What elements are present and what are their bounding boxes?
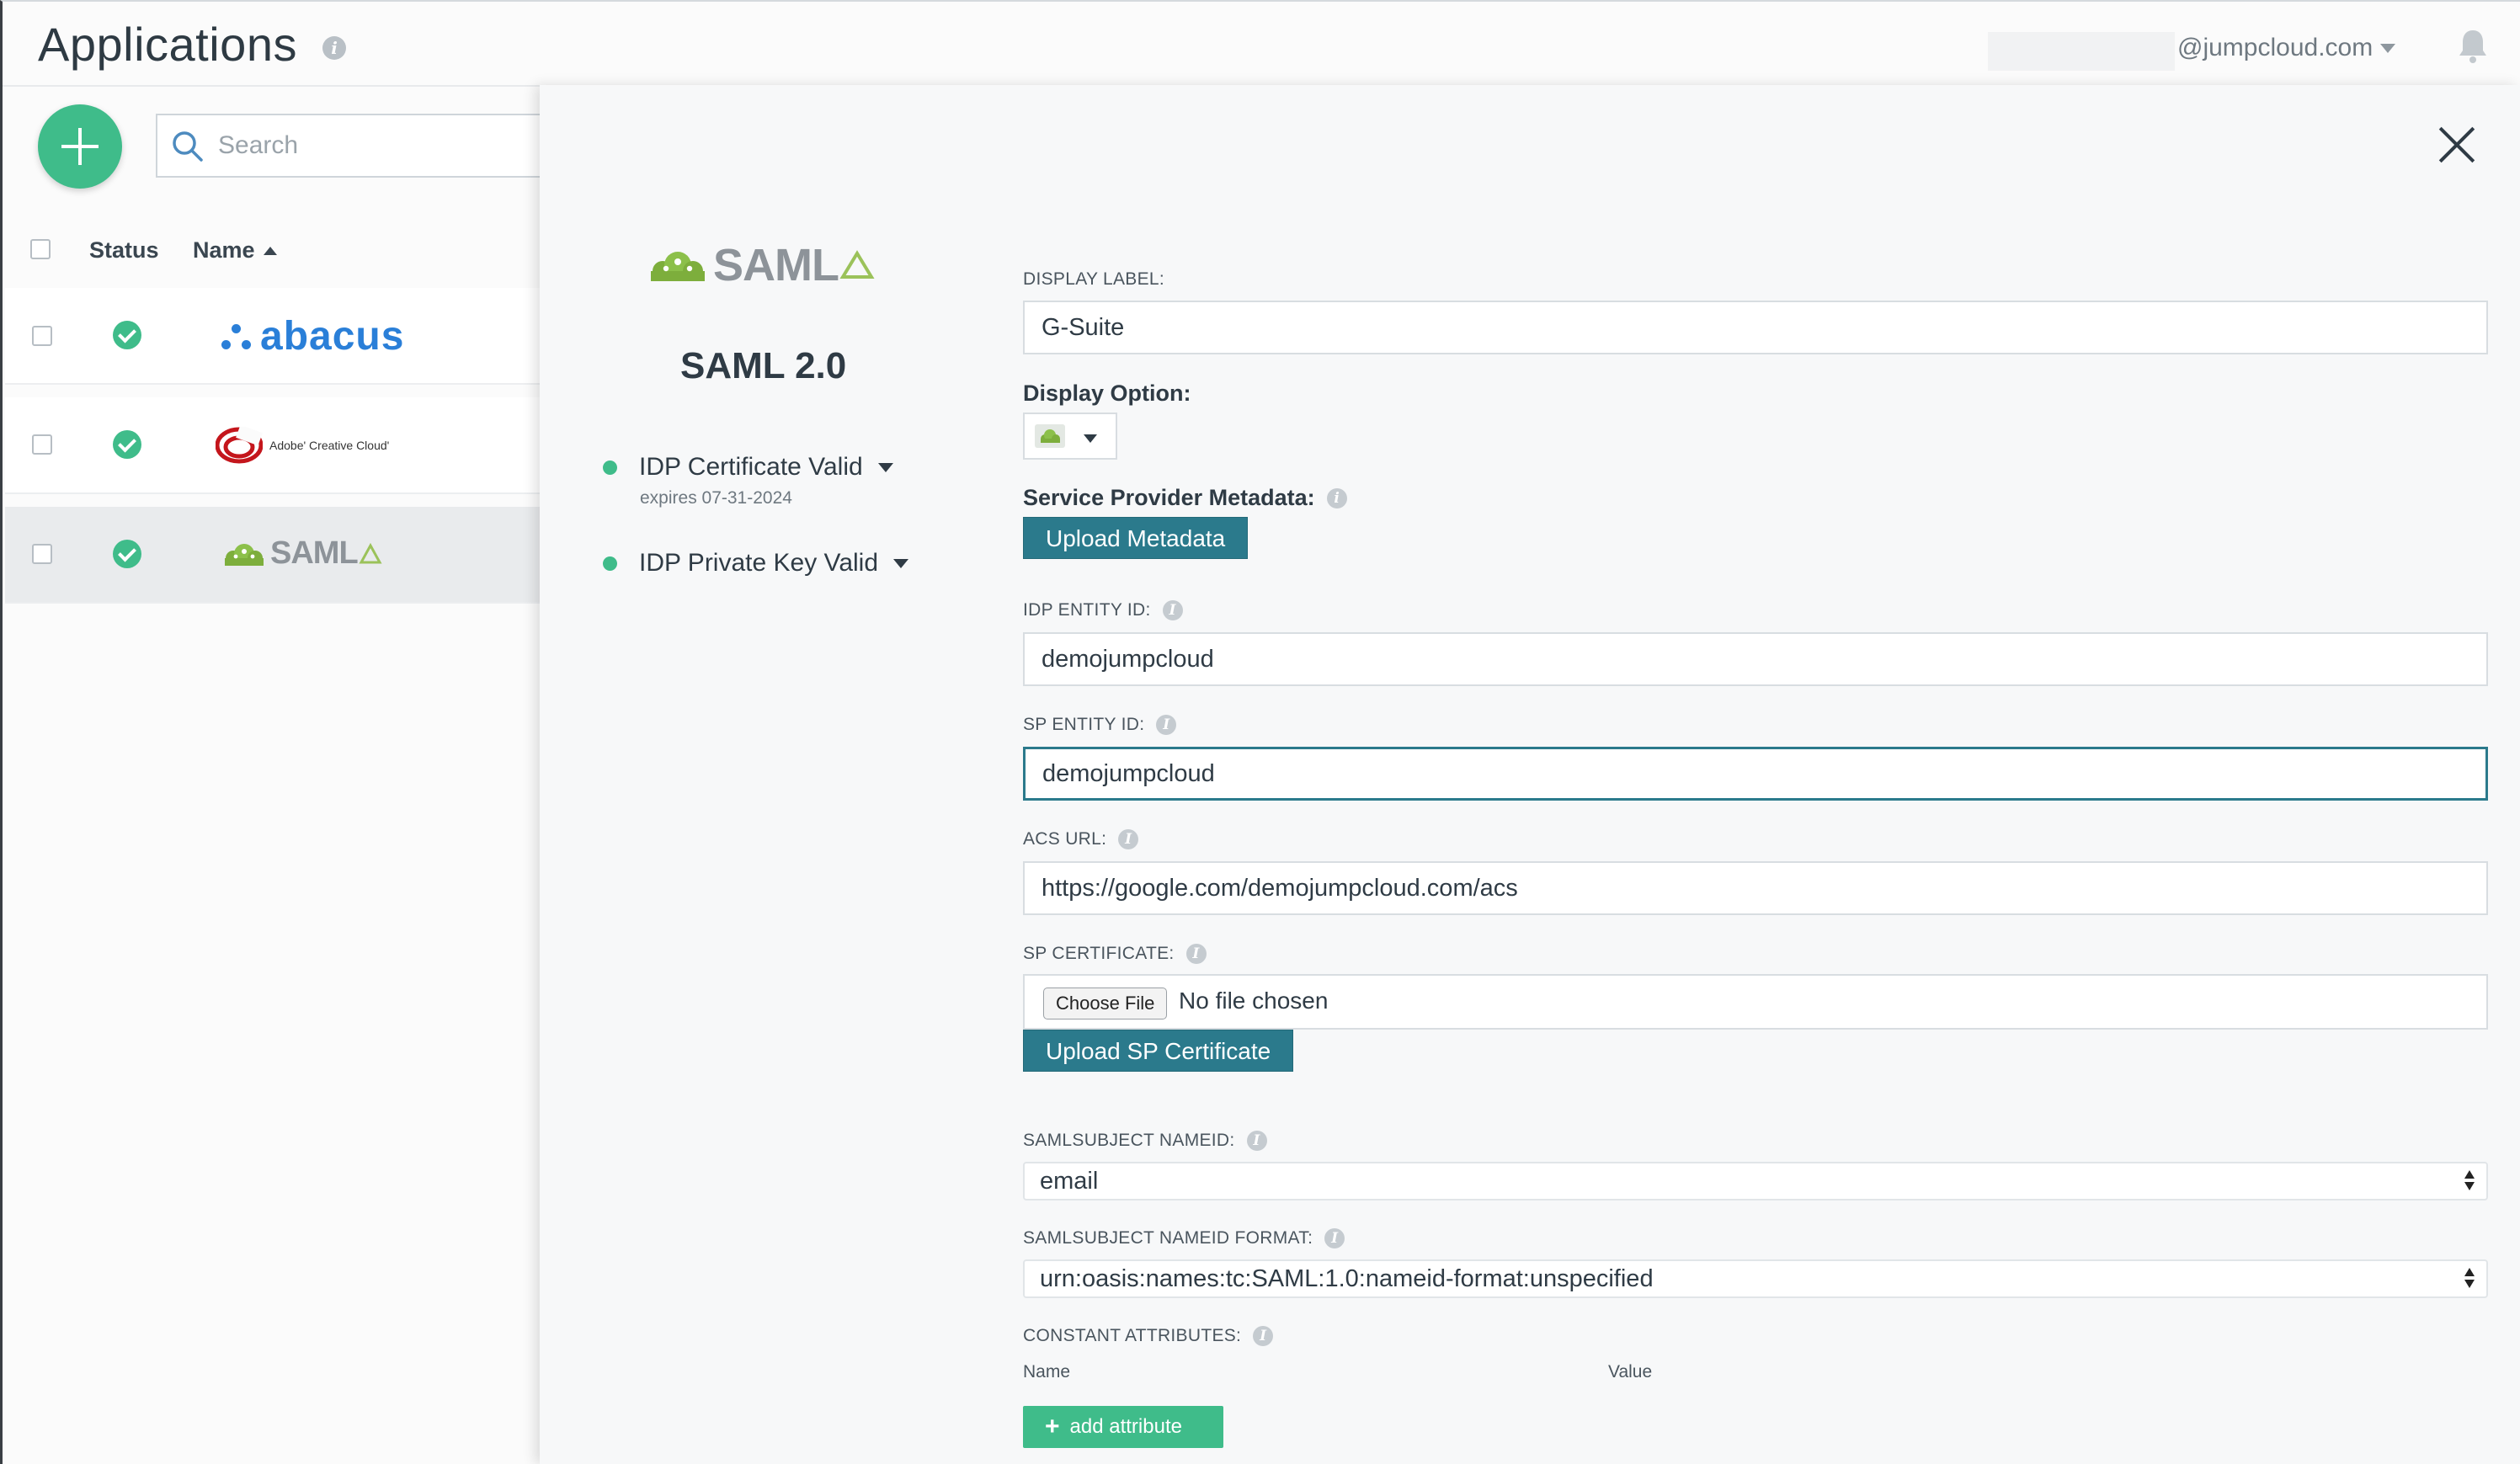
attribute-name-column: Name bbox=[1023, 1362, 1071, 1381]
info-icon[interactable]: i bbox=[1324, 1228, 1345, 1248]
constant-attributes-label: CONSTANT ATTRIBUTES: i bbox=[1023, 1326, 1274, 1346]
sp-entity-id-input[interactable]: demojumpcloud bbox=[1023, 747, 2488, 801]
saml-triangle-icon bbox=[359, 542, 382, 563]
info-icon[interactable]: i bbox=[1246, 1131, 1267, 1151]
add-application-button[interactable] bbox=[38, 104, 122, 189]
plus-icon: + bbox=[1045, 1413, 1060, 1440]
close-icon[interactable] bbox=[2437, 125, 2477, 165]
saml-logo: SAML bbox=[220, 535, 383, 572]
saml-triangle-icon bbox=[839, 250, 875, 279]
select-all-checkbox[interactable] bbox=[30, 239, 51, 259]
idp-certificate-status[interactable]: IDP Certificate Valid bbox=[603, 453, 893, 482]
display-option-dropdown[interactable] bbox=[1023, 413, 1117, 460]
choose-file-button[interactable]: Choose File bbox=[1043, 988, 1168, 1019]
saml-cloud-icon bbox=[651, 252, 705, 281]
info-icon[interactable]: i bbox=[322, 36, 346, 60]
certificate-expiry: expires 07-31-2024 bbox=[640, 488, 792, 508]
upload-sp-certificate-button[interactable]: Upload SP Certificate bbox=[1023, 1030, 1294, 1072]
sp-metadata-label: Service Provider Metadata: i bbox=[1023, 485, 1347, 511]
sort-ascending-icon[interactable] bbox=[264, 247, 277, 255]
nameid-format-select[interactable]: urn:oasis:names:tc:SAML:1.0:nameid-forma… bbox=[1023, 1259, 2488, 1298]
row-checkbox[interactable] bbox=[32, 544, 52, 564]
status-active-icon bbox=[113, 321, 141, 349]
info-icon[interactable]: i bbox=[1326, 487, 1347, 508]
info-icon[interactable]: i bbox=[1253, 1326, 1274, 1346]
row-checkbox[interactable] bbox=[32, 434, 52, 455]
nameid-label: SAMLSUBJECT NAMEID: i bbox=[1023, 1131, 1267, 1151]
search-icon bbox=[173, 131, 203, 162]
status-active-icon bbox=[113, 430, 141, 459]
chevron-down-icon[interactable] bbox=[893, 558, 909, 568]
column-header-status[interactable]: Status bbox=[89, 237, 159, 264]
saml-cloud-icon bbox=[1035, 424, 1065, 448]
sp-entity-id-label: SP ENTITY ID: i bbox=[1023, 715, 1177, 735]
bell-icon[interactable] bbox=[2456, 27, 2490, 64]
user-email[interactable]: @jumpcloud.com bbox=[2177, 34, 2373, 62]
add-attribute-button[interactable]: + add attribute bbox=[1023, 1406, 1223, 1448]
saml-logo-large: SAML bbox=[644, 239, 876, 291]
creative-cloud-icon bbox=[216, 427, 263, 464]
chevron-down-icon[interactable] bbox=[2380, 44, 2395, 53]
attribute-value-column: Value bbox=[1608, 1362, 1653, 1381]
display-label-label: DISPLAY LABEL: bbox=[1023, 269, 1165, 289]
nameid-select[interactable]: email bbox=[1023, 1162, 2488, 1200]
upload-metadata-button[interactable]: Upload Metadata bbox=[1023, 517, 1249, 559]
user-name-redacted bbox=[1988, 32, 2175, 71]
row-checkbox[interactable] bbox=[32, 326, 52, 346]
display-label-input[interactable]: G-Suite bbox=[1023, 301, 2488, 354]
select-arrows-icon bbox=[2464, 1170, 2475, 1194]
idp-entity-id-label: IDP ENTITY ID: i bbox=[1023, 600, 1183, 620]
select-arrows-icon bbox=[2464, 1268, 2475, 1291]
chevron-down-icon[interactable] bbox=[877, 462, 893, 472]
file-status: No file chosen bbox=[1179, 988, 1329, 1014]
info-icon[interactable]: i bbox=[1156, 715, 1177, 735]
acs-url-input[interactable]: https://google.com/demojumpcloud.com/acs bbox=[1023, 861, 2488, 915]
app-name: SAML 2.0 bbox=[680, 345, 847, 386]
abacus-logo: abacus bbox=[220, 313, 404, 359]
nameid-format-label: SAMLSUBJECT NAMEID FORMAT: i bbox=[1023, 1228, 1345, 1248]
display-option-label: Display Option: bbox=[1023, 381, 1191, 406]
saml-cloud-icon bbox=[225, 543, 264, 566]
search-input[interactable] bbox=[218, 127, 546, 164]
column-header-name[interactable]: Name bbox=[193, 237, 255, 264]
acs-url-label: ACS URL: i bbox=[1023, 829, 1139, 849]
adobe-creative-cloud-logo: Adobe' Creative Cloud' bbox=[216, 427, 389, 464]
status-dot-icon bbox=[603, 556, 617, 571]
info-icon[interactable]: i bbox=[1118, 829, 1139, 849]
sp-certificate-label: SP CERTIFICATE: i bbox=[1023, 944, 1207, 964]
idp-entity-id-input[interactable]: demojumpcloud bbox=[1023, 632, 2488, 686]
idp-private-key-status[interactable]: IDP Private Key Valid bbox=[603, 549, 909, 578]
chevron-down-icon bbox=[1084, 434, 1097, 443]
search-field[interactable] bbox=[156, 114, 560, 178]
page-title: Applications bbox=[38, 18, 297, 71]
status-dot-icon bbox=[603, 460, 617, 475]
status-active-icon bbox=[113, 540, 141, 568]
info-icon[interactable]: i bbox=[1162, 600, 1183, 620]
sp-certificate-file-input[interactable]: Choose File No file chosen bbox=[1023, 974, 2488, 1030]
info-icon[interactable]: i bbox=[1185, 944, 1207, 964]
